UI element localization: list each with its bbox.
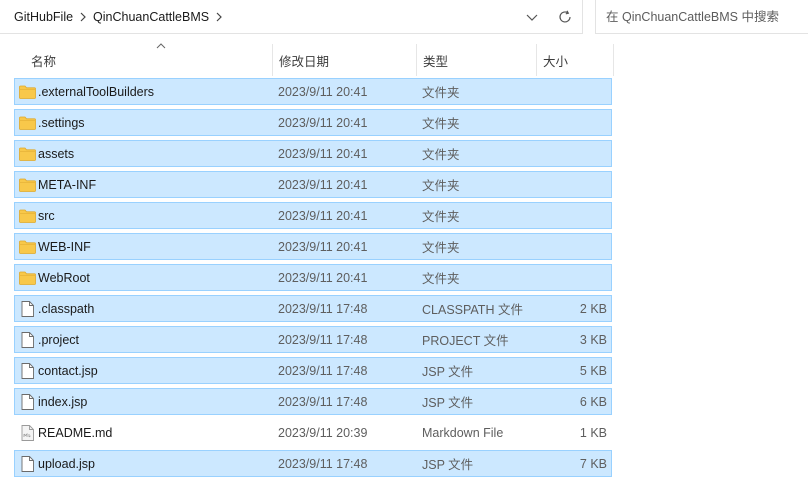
- file-icon: [18, 451, 36, 476]
- file-modified-date: 2023/9/11 17:48: [278, 394, 368, 409]
- file-type: 文件夹: [422, 210, 460, 224]
- folder-icon: [18, 141, 36, 166]
- column-header-date[interactable]: 修改日期: [272, 44, 416, 76]
- breadcrumb-item-githubfile[interactable]: GitHubFile: [12, 10, 75, 24]
- column-header-type-label: 类型: [423, 54, 449, 69]
- file-type: 文件夹: [422, 86, 460, 100]
- file-modified-date: 2023/9/11 20:41: [278, 270, 368, 285]
- file-name: assets: [38, 146, 75, 161]
- file-row[interactable]: assets 2023/9/11 20:41 文件夹: [14, 140, 612, 167]
- file-type: 文件夹: [422, 272, 460, 286]
- file-type: 文件夹: [422, 241, 460, 255]
- address-bar[interactable]: GitHubFile QinChuanCattleBMS: [0, 0, 583, 34]
- file-name: WebRoot: [38, 270, 90, 285]
- file-row[interactable]: .settings 2023/9/11 20:41 文件夹: [14, 109, 612, 136]
- file-type: 文件夹: [422, 148, 460, 162]
- folder-icon: [18, 110, 36, 135]
- markdown-file-icon: [18, 420, 36, 445]
- column-header-size[interactable]: 大小: [536, 44, 614, 76]
- file-row[interactable]: .externalToolBuilders 2023/9/11 20:41 文件夹: [14, 78, 612, 105]
- file-size: 6 KB: [579, 394, 607, 409]
- column-header-size-label: 大小: [543, 54, 569, 69]
- chevron-right-icon[interactable]: [75, 0, 91, 34]
- column-header-type[interactable]: 类型: [416, 44, 536, 76]
- file-type: JSP 文件: [422, 365, 474, 379]
- breadcrumb-item-qinchuancattlebms[interactable]: QinChuanCattleBMS: [91, 10, 211, 24]
- file-modified-date: 2023/9/11 17:48: [278, 301, 368, 316]
- file-modified-date: 2023/9/11 17:48: [278, 332, 368, 347]
- file-row[interactable]: WebRoot 2023/9/11 20:41 文件夹: [14, 264, 612, 291]
- file-modified-date: 2023/9/11 20:39: [278, 425, 368, 440]
- folder-icon: [18, 172, 36, 197]
- file-name: upload.jsp: [38, 456, 95, 471]
- file-modified-date: 2023/9/11 20:41: [278, 84, 368, 99]
- file-size: 1 KB: [579, 425, 607, 440]
- file-modified-date: 2023/9/11 20:41: [278, 177, 368, 192]
- file-row[interactable]: .project 2023/9/11 17:48 PROJECT 文件 3 KB: [14, 326, 612, 353]
- file-name: .project: [38, 332, 79, 347]
- file-icon: [18, 358, 36, 383]
- file-row[interactable]: src 2023/9/11 20:41 文件夹: [14, 202, 612, 229]
- folder-icon: [18, 203, 36, 228]
- column-header-name[interactable]: 名称: [14, 41, 272, 76]
- file-size: 2 KB: [579, 301, 607, 316]
- column-header-name-label: 名称: [31, 54, 57, 69]
- file-name: README.md: [38, 425, 113, 440]
- file-modified-date: 2023/9/11 20:41: [278, 239, 368, 254]
- file-row[interactable]: .classpath 2023/9/11 17:48 CLASSPATH 文件 2 K…: [14, 295, 612, 322]
- file-modified-date: 2023/9/11 17:48: [278, 363, 368, 378]
- file-name: src: [38, 208, 55, 223]
- file-name: META-INF: [38, 177, 97, 192]
- folder-icon: [18, 79, 36, 104]
- folder-icon: [18, 265, 36, 290]
- breadcrumb: GitHubFile QinChuanCattleBMS: [12, 0, 227, 34]
- file-row[interactable]: META-INF 2023/9/11 20:41 文件夹: [14, 171, 612, 198]
- file-name: WEB-INF: [38, 239, 91, 254]
- file-name: index.jsp: [38, 394, 88, 409]
- file-row[interactable]: contact.jsp 2023/9/11 17:48 JSP 文件 5 KB: [14, 357, 612, 384]
- file-type: 文件夹: [422, 179, 460, 193]
- file-type: 文件夹: [422, 117, 460, 131]
- file-type: CLASSPATH 文件: [422, 303, 523, 317]
- file-icon: [18, 296, 36, 321]
- file-row[interactable]: WEB-INF 2023/9/11 20:41 文件夹: [14, 233, 612, 260]
- file-size: 3 KB: [579, 332, 607, 347]
- file-modified-date: 2023/9/11 20:41: [278, 115, 368, 130]
- file-icon: [18, 327, 36, 352]
- chevron-right-icon[interactable]: [211, 0, 227, 34]
- file-modified-date: 2023/9/11 17:48: [278, 456, 368, 471]
- file-icon: [18, 389, 36, 414]
- search-box[interactable]: [595, 0, 808, 34]
- file-name: .classpath: [38, 301, 95, 316]
- sort-ascending-icon: [156, 41, 166, 51]
- folder-icon: [18, 234, 36, 259]
- file-modified-date: 2023/9/11 20:41: [278, 146, 368, 161]
- file-row[interactable]: index.jsp 2023/9/11 17:48 JSP 文件 6 KB: [14, 388, 612, 415]
- column-header-date-label: 修改日期: [279, 54, 330, 69]
- file-size: 7 KB: [579, 456, 607, 471]
- file-size: 5 KB: [579, 363, 607, 378]
- chevron-down-icon[interactable]: [520, 5, 544, 29]
- file-name: contact.jsp: [38, 363, 98, 378]
- file-row[interactable]: README.md 2023/9/11 20:39 Markdown File 1 K…: [14, 419, 612, 446]
- search-input[interactable]: [606, 8, 801, 26]
- file-name: .externalToolBuilders: [38, 84, 155, 99]
- refresh-icon[interactable]: [552, 5, 578, 29]
- file-name: .settings: [38, 115, 85, 130]
- column-headers: 名称 修改日期 类型 大小: [0, 41, 808, 76]
- file-type: JSP 文件: [422, 396, 474, 410]
- file-row[interactable]: upload.jsp 2023/9/11 17:48 JSP 文件 7 KB: [14, 450, 612, 477]
- file-type: JSP 文件: [422, 458, 474, 472]
- file-type: PROJECT 文件: [422, 334, 509, 348]
- file-type: Markdown File: [422, 425, 504, 440]
- file-modified-date: 2023/9/11 20:41: [278, 208, 368, 223]
